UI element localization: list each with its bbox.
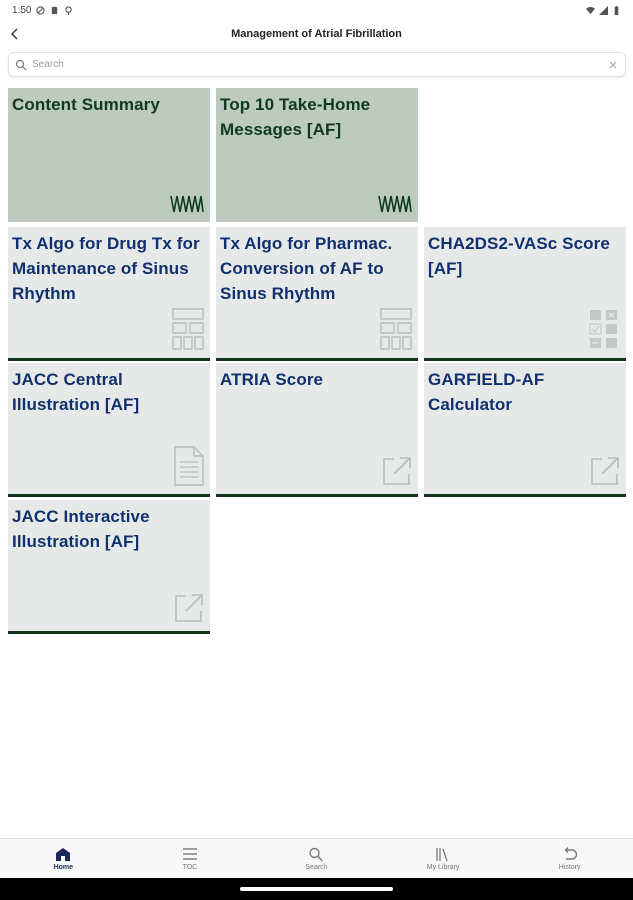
nav-my-library[interactable]: My Library (380, 839, 507, 878)
tile-atria-score[interactable]: ATRIA Score (216, 363, 418, 497)
document-icon (174, 446, 204, 486)
algorithm-icon (172, 308, 204, 350)
history-icon (564, 846, 577, 860)
signal-icon (599, 5, 608, 15)
tile-cha2ds2-vasc[interactable]: CHA2DS2-VASc Score [AF] (424, 227, 626, 361)
bottom-nav: Home TOC Search My Library History (0, 838, 633, 878)
dnd-icon (36, 5, 46, 15)
home-icon (56, 847, 71, 861)
nav-history[interactable]: History (506, 839, 633, 878)
waveform-icon (170, 195, 204, 213)
page-title: Management of Atrial Fibrillation (231, 28, 402, 40)
tile-label: ATRIA Score (220, 370, 324, 389)
nav-label: My Library (426, 863, 460, 871)
nav-label: Search (305, 863, 328, 871)
checklist-icon (589, 310, 617, 348)
waveform-icon (378, 195, 412, 213)
external-link-icon (175, 594, 203, 622)
menu-icon (182, 847, 197, 860)
tile-tx-algo-conversion[interactable]: Tx Algo for Pharmac. Conversion of AF to… (216, 227, 418, 361)
tile-label: Content Summary (12, 95, 160, 114)
nav-search[interactable]: Search (253, 839, 380, 878)
tile-label: Top 10 Take-Home Messages [AF] (220, 95, 371, 139)
app-bar: Management of Atrial Fibrillation (0, 22, 633, 46)
notification-icon (65, 5, 73, 15)
tile-label: Tx Algo for Pharmac. Conversion of AF to… (220, 234, 393, 303)
tile-jacc-central-illustration[interactable]: JACC Central Illustration [AF] (8, 363, 210, 497)
search-icon (309, 847, 324, 861)
chevron-left-icon (11, 28, 18, 40)
status-time: 1:50 (12, 4, 32, 16)
algorithm-icon (380, 308, 412, 350)
system-navigation-bar (0, 878, 633, 900)
tile-tx-algo-maintenance[interactable]: Tx Algo for Drug Tx for Maintenance of S… (8, 227, 210, 361)
battery-icon (614, 5, 619, 15)
back-button[interactable] (4, 23, 26, 45)
tile-label: CHA2DS2-VASc Score [AF] (428, 234, 610, 278)
sim-icon (52, 6, 58, 14)
close-icon (609, 61, 617, 68)
nav-label: TOC (182, 863, 198, 871)
nav-label: Home (53, 863, 74, 871)
tile-label: JACC Interactive Illustration [AF] (12, 507, 150, 551)
tile-content-summary[interactable]: Content Summary (8, 88, 210, 222)
nav-toc[interactable]: TOC (127, 839, 254, 878)
tile-label: Tx Algo for Drug Tx for Maintenance of S… (12, 234, 200, 303)
tile-top-10-take-home[interactable]: Top 10 Take-Home Messages [AF] (216, 88, 418, 222)
tile-jacc-interactive-illustration[interactable]: JACC Interactive Illustration [AF] (8, 500, 210, 634)
search-input[interactable] (32, 59, 607, 70)
tile-label: JACC Central Illustration [AF] (12, 370, 140, 414)
external-link-icon (591, 457, 619, 485)
wifi-icon (586, 6, 595, 14)
tile-garfield-af[interactable]: GARFIELD-AF Calculator (424, 363, 626, 497)
clear-search-button[interactable] (607, 59, 619, 71)
nav-label: History (558, 863, 581, 871)
search-icon (15, 59, 27, 70)
search-bar (8, 52, 626, 77)
status-bar: 1:50 (0, 0, 633, 20)
home-gesture-bar[interactable] (240, 887, 393, 891)
library-icon (436, 847, 448, 861)
nav-home[interactable]: Home (0, 839, 127, 878)
tile-label: GARFIELD-AF Calculator (428, 370, 545, 414)
external-link-icon (383, 457, 411, 485)
